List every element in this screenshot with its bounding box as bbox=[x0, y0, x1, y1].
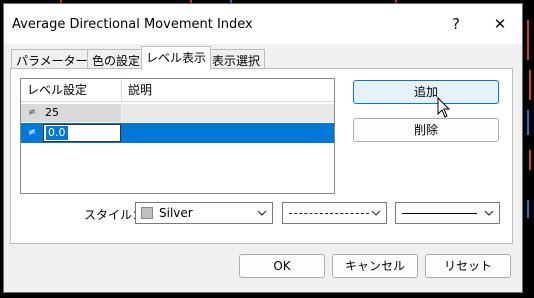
solid-line-preview bbox=[402, 213, 477, 214]
close-button[interactable]: ✕ bbox=[482, 10, 518, 38]
dashed-line-preview bbox=[289, 213, 369, 214]
level-line-icon: ≠ bbox=[27, 127, 37, 138]
color-select[interactable]: Silver bbox=[135, 202, 273, 224]
tab-strip: パラメーター 色の設定 レベル表示 表示選択 bbox=[8, 46, 518, 70]
cancel-button[interactable]: キャンセル bbox=[332, 254, 418, 278]
level-value-editor[interactable]: 0.0 bbox=[43, 124, 121, 142]
help-button[interactable]: ? bbox=[438, 10, 474, 38]
color-swatch bbox=[141, 207, 153, 219]
level-value: 25 bbox=[45, 106, 59, 119]
level-row[interactable]: ≠ 25 bbox=[21, 104, 334, 122]
reset-button[interactable]: リセット bbox=[425, 254, 511, 278]
level-row-selected[interactable]: ≠ 0.0 bbox=[21, 123, 334, 143]
list-header: レベル設定 説明 bbox=[21, 79, 334, 102]
line-style-select[interactable] bbox=[282, 202, 387, 224]
window-title: Average Directional Movement Index bbox=[12, 17, 253, 32]
title-bar: Average Directional Movement Index ? ✕ bbox=[4, 4, 522, 44]
level-list[interactable]: レベル設定 説明 ≠ 25 ≠ 0.0 bbox=[20, 78, 335, 194]
tab-colors[interactable]: 色の設定 bbox=[87, 49, 146, 69]
column-header-level[interactable]: レベル設定 bbox=[21, 79, 122, 102]
ok-button[interactable]: OK bbox=[239, 254, 325, 278]
chevron-down-icon bbox=[257, 210, 267, 216]
tab-visualization[interactable]: 表示選択 bbox=[207, 49, 266, 69]
chevron-down-icon bbox=[484, 210, 494, 216]
tab-parameters[interactable]: パラメーター bbox=[11, 49, 93, 69]
mouse-cursor-icon bbox=[437, 97, 451, 118]
level-line-icon: ≠ bbox=[27, 107, 37, 118]
column-header-description[interactable]: 説明 bbox=[122, 79, 334, 102]
chevron-down-icon bbox=[371, 210, 381, 216]
add-level-button[interactable]: 追加 bbox=[353, 80, 499, 104]
level-value-selected-text: 0.0 bbox=[46, 126, 68, 140]
delete-level-button[interactable]: 削除 bbox=[353, 118, 499, 142]
tab-levels[interactable]: レベル表示 bbox=[141, 46, 212, 70]
color-select-value: Silver bbox=[159, 206, 193, 220]
line-width-select[interactable] bbox=[395, 202, 500, 224]
